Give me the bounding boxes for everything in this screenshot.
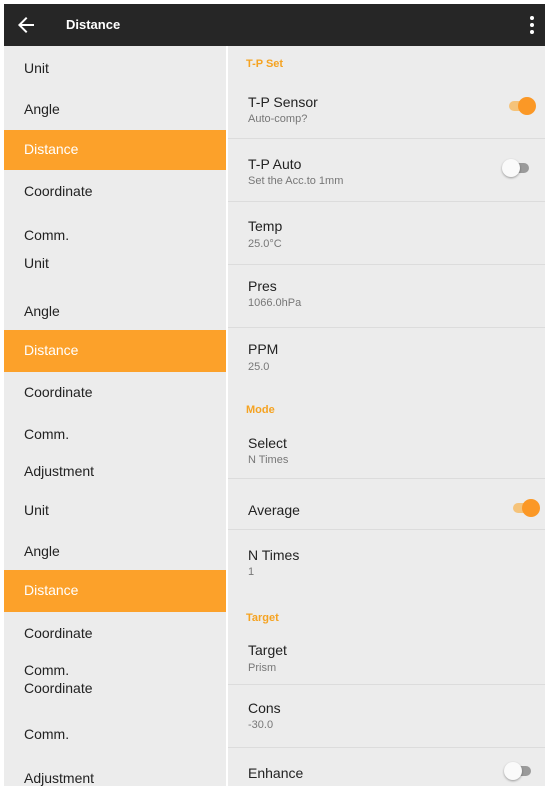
setting-value: Prism bbox=[248, 662, 277, 674]
setting-value: 1066.0hPa bbox=[248, 297, 302, 309]
arrow-left-icon bbox=[18, 17, 34, 33]
setting-title: Average bbox=[248, 502, 300, 518]
category-label: Distance bbox=[24, 582, 79, 598]
setting-title: Select bbox=[248, 435, 287, 451]
category-label: Distance bbox=[24, 141, 79, 157]
setting-title: T-P Auto bbox=[248, 156, 302, 172]
page-title: Distance bbox=[66, 17, 121, 32]
setting-select[interactable]: Select N Times bbox=[228, 426, 545, 478]
category-item-coordinate[interactable]: Coordinate bbox=[4, 612, 226, 652]
category-label: Comm. bbox=[24, 426, 70, 442]
category-item-unit[interactable]: Unit bbox=[4, 255, 226, 296]
category-label: Comm. bbox=[24, 726, 70, 742]
category-label: Angle bbox=[24, 101, 60, 117]
category-item-distance[interactable]: Distance bbox=[4, 570, 226, 612]
setting-average[interactable]: Average bbox=[228, 479, 545, 529]
setting-enhance[interactable]: Enhance bbox=[228, 748, 545, 786]
category-label: Angle bbox=[24, 543, 60, 559]
section-header-target: Target bbox=[246, 612, 279, 624]
category-label: Unit bbox=[24, 255, 49, 271]
setting-title: Cons bbox=[248, 700, 281, 716]
category-label: Unit bbox=[24, 60, 49, 76]
setting-cons[interactable]: Cons -30.0 bbox=[228, 685, 545, 747]
category-item-comm[interactable]: Comm. bbox=[4, 660, 226, 680]
distance-settings-panel: T-P Set T-P Sensor Auto-comp? T-P Auto S… bbox=[228, 46, 545, 786]
category-item-unit[interactable]: Unit bbox=[4, 46, 226, 86]
category-label: Adjustment bbox=[24, 463, 95, 479]
tp-sensor-toggle[interactable] bbox=[506, 97, 536, 115]
setting-title: T-P Sensor bbox=[248, 94, 318, 110]
category-item-adjustment[interactable]: Adjustment bbox=[4, 756, 226, 786]
setting-tp-auto[interactable]: T-P Auto Set the Acc.to 1mm bbox=[228, 139, 545, 201]
category-label: Adjustment bbox=[24, 770, 95, 786]
app-bar: Distance bbox=[4, 4, 545, 46]
category-item-angle[interactable]: Angle bbox=[4, 534, 226, 574]
category-item-distance[interactable]: Distance bbox=[4, 330, 226, 372]
category-item-adjustment[interactable]: Adjustment bbox=[4, 456, 226, 496]
category-item-angle[interactable]: Angle bbox=[4, 88, 226, 128]
setting-title: Pres bbox=[248, 278, 277, 294]
setting-n-times[interactable]: N Times 1 bbox=[228, 530, 545, 592]
setting-title: PPM bbox=[248, 341, 279, 357]
setting-subtitle: Set the Acc.to 1mm bbox=[248, 175, 344, 187]
app-window: Distance Unit Angle Distance Coordinate … bbox=[4, 4, 545, 786]
setting-ppm[interactable]: PPM 25.0 bbox=[228, 328, 545, 390]
setting-title: Temp bbox=[248, 218, 283, 234]
category-item-distance[interactable]: Distance bbox=[4, 130, 226, 170]
setting-value: 25.0°C bbox=[248, 238, 282, 250]
category-label: Unit bbox=[24, 502, 49, 518]
category-label: Coordinate bbox=[24, 183, 93, 199]
section-header-mode: Mode bbox=[246, 404, 275, 416]
setting-value: N Times bbox=[248, 454, 289, 466]
setting-title: Enhance bbox=[248, 765, 304, 781]
category-item-comm[interactable]: Comm. bbox=[4, 714, 226, 754]
settings-category-list: Unit Angle Distance Coordinate Comm. Uni… bbox=[4, 46, 226, 786]
setting-title: N Times bbox=[248, 547, 300, 563]
category-label: Distance bbox=[24, 342, 79, 358]
setting-value: -30.0 bbox=[248, 719, 274, 731]
category-label: Coordinate bbox=[24, 625, 93, 641]
category-item-coordinate[interactable]: Coordinate bbox=[4, 372, 226, 412]
setting-target[interactable]: Target Prism bbox=[228, 632, 545, 684]
setting-subtitle: Auto-comp? bbox=[248, 113, 308, 125]
category-item-coordinate[interactable]: Coordinate bbox=[4, 172, 226, 212]
tp-auto-toggle[interactable] bbox=[502, 159, 532, 177]
enhance-toggle[interactable] bbox=[504, 762, 534, 780]
setting-value: 1 bbox=[248, 566, 255, 578]
category-label: Coordinate bbox=[24, 384, 93, 400]
category-item-comm[interactable]: Comm. bbox=[4, 414, 226, 454]
section-header-tp-set: T-P Set bbox=[246, 58, 284, 70]
category-label: Comm. bbox=[24, 662, 70, 678]
category-label: Angle bbox=[24, 303, 60, 319]
category-label: Comm. bbox=[24, 227, 70, 243]
setting-title: Target bbox=[248, 642, 287, 658]
setting-temp[interactable]: Temp 25.0°C bbox=[228, 202, 545, 264]
setting-pres[interactable]: Pres 1066.0hPa bbox=[228, 265, 545, 327]
category-item-comm[interactable]: Comm. bbox=[4, 214, 226, 254]
back-button[interactable] bbox=[14, 13, 38, 37]
category-item-unit[interactable]: Unit bbox=[4, 494, 226, 534]
average-toggle[interactable] bbox=[510, 499, 540, 517]
category-label: Coordinate bbox=[24, 680, 93, 696]
setting-value: 25.0 bbox=[248, 361, 270, 373]
setting-tp-sensor[interactable]: T-P Sensor Auto-comp? bbox=[228, 86, 545, 138]
category-item-coordinate[interactable]: Coordinate bbox=[4, 680, 226, 700]
overflow-menu-button[interactable] bbox=[525, 13, 539, 37]
